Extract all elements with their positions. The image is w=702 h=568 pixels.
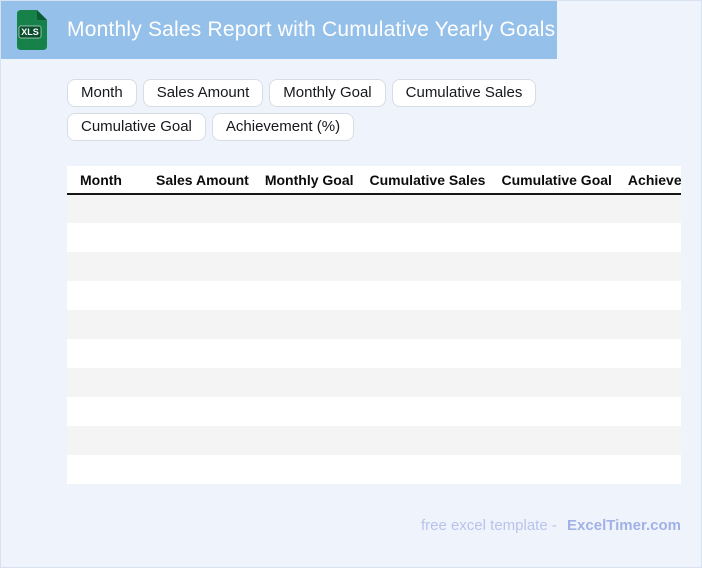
table-cell-empty [501,397,627,426]
table-row [67,397,681,426]
table-row [67,368,681,397]
tag-cumulative-sales[interactable]: Cumulative Sales [391,79,537,107]
table-head: Month Sales Amount Monthly Goal Cumulative … [67,166,681,194]
table-cell-empty [265,252,370,281]
page-title: Monthly Sales Report with Cumulative Yea… [67,18,556,41]
table-cell-empty [501,252,627,281]
brand-link[interactable]: ExcelTimer.com [567,517,681,534]
table-cell-empty [370,455,502,484]
table-cell-empty [156,252,265,281]
table-cell-empty [265,281,370,310]
table-cell-empty [265,455,370,484]
table-cell-empty [265,194,370,223]
table-row [67,310,681,339]
table-cell-empty [501,194,627,223]
table-cell-empty [156,194,265,223]
table-cell-empty [67,310,156,339]
tag-monthly-goal[interactable]: Monthly Goal [269,79,386,107]
column-header-month: Month [80,171,122,188]
table-cell-empty [156,455,265,484]
table-cell-empty [628,252,681,281]
column-header-achievement: Achievement (%) [627,171,681,188]
table-cell-empty [501,368,627,397]
table-cell-empty [67,455,156,484]
table-row [67,223,681,252]
title-bar: XLS Monthly Sales Report with Cumulative… [1,1,557,59]
table-cell-empty [67,426,156,455]
page: XLS Monthly Sales Report with Cumulative… [0,0,702,568]
footer: free excel template - ExcelTimer.com [67,517,681,534]
table-cell-empty [67,252,156,281]
xls-file-icon: XLS [17,10,47,50]
table-cell-empty [628,455,681,484]
table-cell-empty [501,223,627,252]
column-header-cumulative-goal: Cumulative Goal [501,171,612,188]
table-cell-empty [370,223,502,252]
table-cell-empty [370,252,502,281]
table-row [67,339,681,368]
table-cell-empty [265,397,370,426]
column-header-cumulative-sales: Cumulative Sales [369,171,486,188]
table-cell-empty [67,223,156,252]
table-cell-empty [501,426,627,455]
tag-sales-amount[interactable]: Sales Amount [142,79,264,107]
tag-list: Month Sales Amount Monthly Goal Cumulative … [67,79,681,141]
column-header-sales-amount: Sales Amount [156,171,249,188]
table-row [67,194,681,223]
table-row [67,426,681,455]
table-cell-empty [156,368,265,397]
table-cell-empty [370,310,502,339]
table-cell-empty [67,281,156,310]
table-cell-empty [628,194,681,223]
data-table: Month Sales Amount Monthly Goal Cumulative … [67,166,681,484]
table-cell-empty [265,223,370,252]
table-cell-empty [156,397,265,426]
table-header-row: Month Sales Amount Monthly Goal Cumulative … [67,166,681,194]
xls-icon-label: XLS [21,27,39,37]
table-cell-empty [501,339,627,368]
table-cell-empty [628,310,681,339]
footer-text: free excel template - [420,517,557,534]
table-cell-empty [628,281,681,310]
table-cell-empty [265,310,370,339]
table-row [67,281,681,310]
table-cell-empty [501,310,627,339]
table-cell-empty [156,339,265,368]
table-cell-empty [370,426,502,455]
tag-cumulative-goal[interactable]: Cumulative Goal [67,113,206,141]
table-cell-empty [501,455,627,484]
tag-month[interactable]: Month [67,79,137,107]
table-cell-empty [501,281,627,310]
table-cell-empty [265,339,370,368]
table-cell-empty [67,194,156,223]
column-header-monthly-goal: Monthly Goal [264,171,354,188]
table-cell-empty [370,339,502,368]
table-cell-empty [156,281,265,310]
table-row [67,455,681,484]
table-cell-empty [67,339,156,368]
table-cell-empty [628,426,681,455]
table-body [67,194,681,484]
table-cell-empty [370,368,502,397]
table-cell-empty [67,368,156,397]
table-cell-empty [156,310,265,339]
table-cell-empty [370,194,502,223]
table-cell-empty [156,223,265,252]
table-cell-empty [628,223,681,252]
table-cell-empty [628,368,681,397]
table-card: Month Sales Amount Monthly Goal Cumulative … [67,166,681,484]
table-cell-empty [265,426,370,455]
table-cell-empty [156,426,265,455]
table-row [67,252,681,281]
table-cell-empty [67,397,156,426]
table-cell-empty [628,339,681,368]
table-cell-empty [628,397,681,426]
tag-achievement[interactable]: Achievement (%) [211,113,355,141]
table-cell-empty [265,368,370,397]
table-cell-empty [370,397,502,426]
table-cell-empty [370,281,502,310]
